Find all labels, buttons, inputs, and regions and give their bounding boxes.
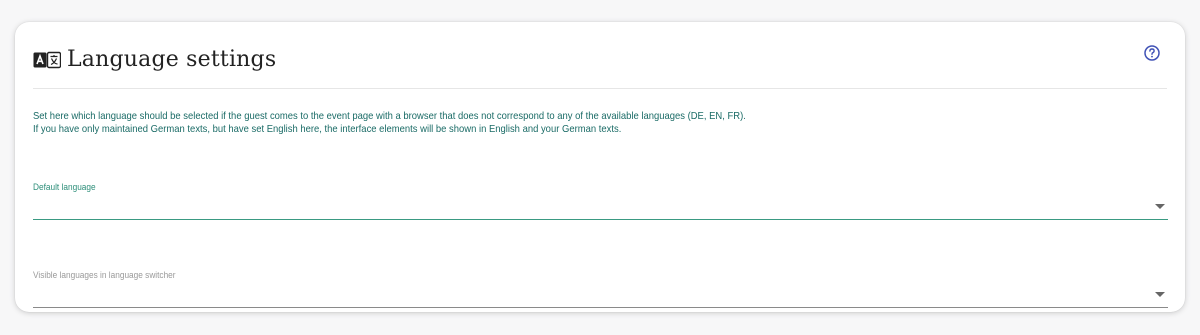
- language-icon: [33, 51, 61, 69]
- language-settings-card: Language settings Set here which languag…: [15, 22, 1185, 312]
- chevron-down-icon[interactable]: [1155, 204, 1165, 209]
- page-title: Language settings: [67, 47, 277, 72]
- chevron-down-icon[interactable]: [1155, 292, 1165, 297]
- default-language-underline: [33, 219, 1168, 220]
- card-header: Language settings: [33, 42, 1167, 89]
- page: Language settings Set here which languag…: [0, 0, 1200, 335]
- description-line-2: If you have only maintained German texts…: [33, 123, 622, 135]
- description-line-1: Set here which language should be select…: [33, 110, 746, 122]
- visible-languages-select[interactable]: Visible languages in language switcher: [33, 270, 1168, 308]
- default-language-label: Default language: [33, 182, 96, 192]
- description-text: Set here which language should be select…: [33, 110, 746, 136]
- visible-languages-underline: [33, 307, 1168, 308]
- help-circle-icon[interactable]: [1143, 44, 1161, 62]
- default-language-select[interactable]: Default language: [33, 182, 1168, 220]
- visible-languages-label: Visible languages in language switcher: [33, 270, 176, 280]
